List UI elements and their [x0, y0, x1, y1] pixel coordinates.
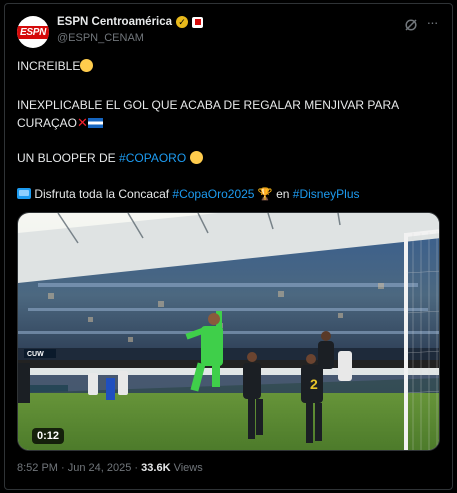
flushed-face-emoji-icon: [80, 59, 94, 72]
tweet-line-1: INCREIBLE: [17, 58, 94, 75]
tweet-line-5: Disfruta toda la Concacaf #CopaOro2025 🏆…: [17, 186, 360, 203]
hashtag-link[interactable]: #COPAORO: [119, 151, 186, 165]
meta-separator: ·: [57, 462, 68, 474]
tweet-meta: 8:52 PM · Jun 24, 2025 · 33.6K Views: [17, 462, 203, 474]
tweet-date[interactable]: Jun 24, 2025: [68, 462, 132, 474]
video-player[interactable]: 2 CUW 0:12: [17, 212, 440, 451]
hashtag-link[interactable]: #DisneyPlus: [293, 187, 360, 201]
video-duration: 0:12: [32, 428, 65, 444]
views-label: Views: [170, 462, 203, 474]
television-icon: [17, 188, 31, 199]
svg-text:2: 2: [310, 376, 318, 392]
meta-separator: ·: [131, 462, 142, 474]
honduras-flag-icon: [87, 118, 103, 128]
tweet-text: CURAÇAO: [17, 116, 78, 130]
author-name[interactable]: ESPN Centroamérica: [57, 16, 172, 28]
views-count: 33.6K: [141, 462, 171, 474]
score-overlay: CUW: [27, 351, 44, 358]
grok-icon[interactable]: [404, 18, 418, 32]
tweet-time[interactable]: 8:52 PM: [17, 462, 58, 474]
cross-mark-icon: ✕: [77, 115, 88, 130]
tweet-line-2: INEXPLICABLE EL GOL QUE ACABA DE REGALAR…: [17, 98, 400, 112]
tweet-card[interactable]: ESPN ESPN Centroamérica ✓ @ESPN_CENAM ··…: [4, 3, 453, 490]
tweet-line-4: UN BLOOPER DE #COPAORO: [17, 150, 203, 167]
author-handle[interactable]: @ESPN_CENAM: [57, 32, 144, 44]
thinking-face-emoji-icon: [189, 151, 203, 164]
tweet-text: Disfruta toda la Concacaf: [34, 187, 173, 201]
affiliate-badge-icon[interactable]: [192, 16, 204, 28]
trophy-icon: 🏆: [257, 187, 273, 201]
hashtag-link[interactable]: #CopaOro2025: [172, 187, 254, 201]
tweet-text: en: [272, 187, 293, 201]
espn-logo: ESPN: [17, 25, 49, 39]
tweet-text: UN BLOOPER DE: [17, 151, 120, 165]
video-frame: 2 CUW: [18, 213, 439, 450]
more-icon[interactable]: ···: [424, 14, 440, 30]
verified-badge-icon: ✓: [176, 16, 189, 28]
tweet-line-3: CURAÇAO✕: [17, 114, 103, 132]
author-name-row[interactable]: ESPN Centroamérica ✓: [57, 16, 204, 28]
avatar[interactable]: ESPN: [17, 16, 49, 48]
tweet-text: INCREIBLE: [17, 59, 81, 73]
